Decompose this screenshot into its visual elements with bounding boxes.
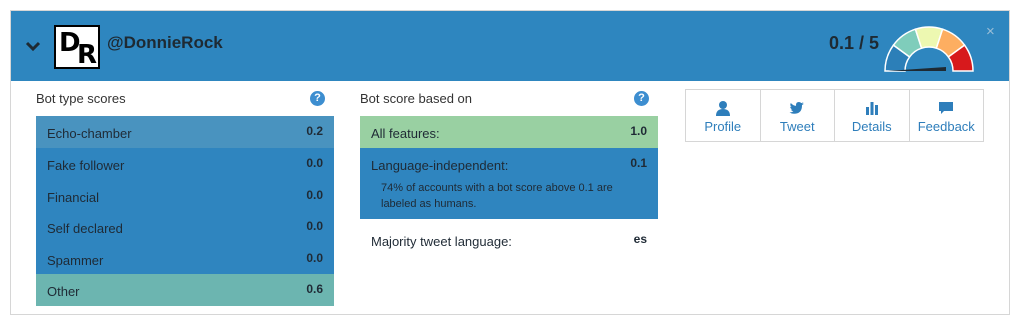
language-independent-note: 74% of accounts with a bot score above 0… [381, 182, 613, 210]
chevron-down-icon[interactable] [25, 38, 41, 54]
score-gauge [884, 26, 974, 72]
bot-type-row: Financial 0.0 [36, 180, 334, 212]
majority-language-label: Majority tweet language: [371, 234, 512, 249]
bot-type-value: 0.2 [306, 124, 323, 138]
account-handle: @DonnieRock [107, 33, 223, 52]
account-card: D R @DonnieRock 0.1 / 5 × Bot type score… [10, 10, 1010, 315]
tweet-button[interactable]: Tweet [761, 90, 835, 141]
majority-language-row: Majority tweet language: es [360, 224, 658, 256]
bot-type-row: Self declared 0.0 [36, 211, 334, 243]
bot-type-row: Spammer 0.0 [36, 243, 334, 275]
majority-language-value: es [633, 232, 647, 246]
tweet-button-label: Tweet [779, 119, 815, 134]
bot-type-value: 0.6 [306, 282, 323, 296]
language-independent-row: Language-independent: 0.1 74% of account… [360, 148, 658, 219]
bot-type-row: Fake follower 0.0 [36, 148, 334, 180]
bot-type-value: 0.0 [306, 219, 323, 233]
bot-score-title: Bot score based on [360, 91, 473, 106]
details-button-label: Details [851, 119, 892, 134]
bot-type-label: Financial [47, 190, 100, 205]
card-header: D R @DonnieRock 0.1 / 5 × [11, 11, 1009, 81]
profile-button-label: Profile [704, 119, 742, 134]
language-independent-value: 0.1 [630, 156, 647, 170]
action-buttons: Profile Tweet Details Feedback [685, 89, 984, 142]
profile-button[interactable]: Profile [686, 90, 761, 141]
bot-type-row: Echo-chamber 0.2 [36, 116, 334, 148]
all-features-label: All features: [371, 126, 440, 141]
language-independent-label: Language-independent: [371, 158, 509, 173]
bot-type-list: Echo-chamber 0.2 Fake follower 0.0 Finan… [36, 116, 334, 306]
bot-score: 0.1 / 5 [829, 33, 880, 53]
avatar-letter-r: R [77, 40, 98, 70]
close-icon[interactable]: × [986, 23, 995, 40]
bot-type-value: 0.0 [306, 156, 323, 170]
bot-type-label: Spammer [47, 253, 104, 268]
bot-type-label: Fake follower [47, 158, 125, 173]
help-icon[interactable]: ? [634, 91, 649, 106]
comment-icon [939, 102, 954, 114]
feedback-button[interactable]: Feedback [910, 90, 984, 141]
details-button[interactable]: Details [835, 90, 910, 141]
bot-type-label: Echo-chamber [47, 126, 132, 141]
bot-type-value: 0.0 [306, 188, 323, 202]
bird-icon [789, 102, 805, 114]
help-icon[interactable]: ? [310, 91, 325, 106]
bot-type-value: 0.0 [306, 251, 323, 265]
gauge-segments [884, 26, 974, 72]
all-features-row: All features: 1.0 [360, 116, 658, 148]
user-icon [715, 101, 730, 116]
bot-type-label: Self declared [47, 221, 123, 236]
bot-type-title: Bot type scores [36, 91, 126, 106]
bar-chart-icon [865, 102, 878, 115]
bot-type-label: Other [47, 284, 80, 299]
all-features-value: 1.0 [630, 124, 647, 138]
feedback-button-label: Feedback [917, 119, 975, 134]
bot-type-row: Other 0.6 [36, 274, 334, 306]
avatar: D R [54, 25, 100, 69]
